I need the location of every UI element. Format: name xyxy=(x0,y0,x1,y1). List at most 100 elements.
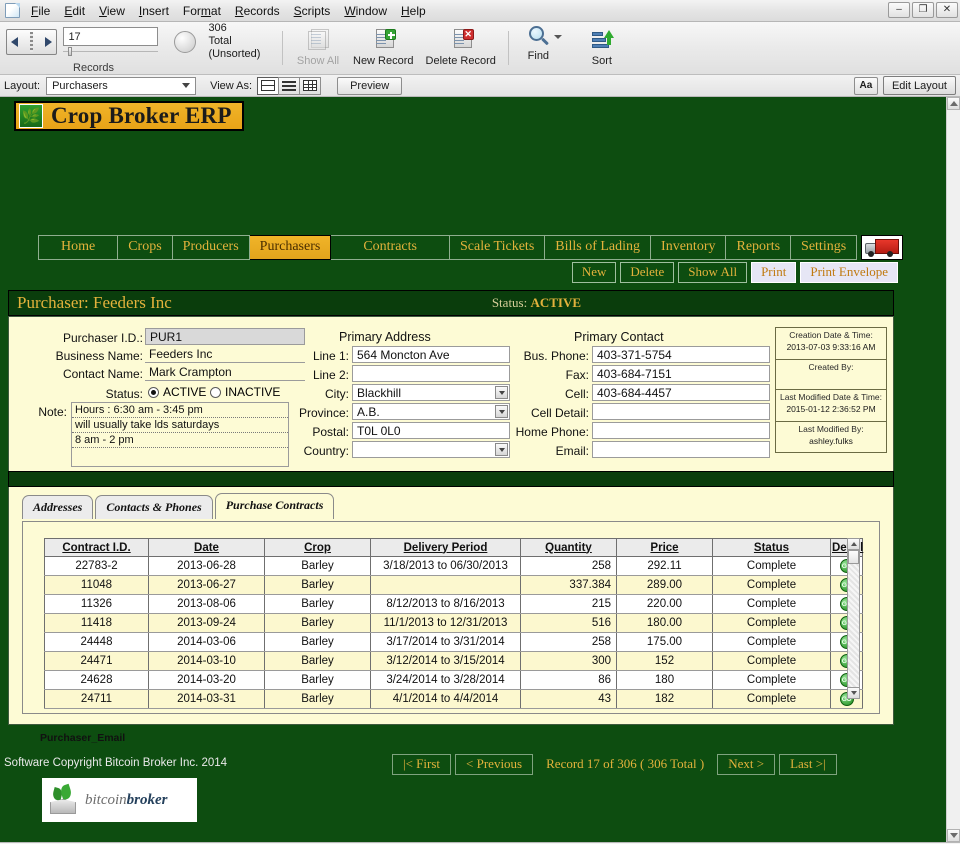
restore-button[interactable]: ❐ xyxy=(912,2,934,18)
nav-tab-producers[interactable]: Producers xyxy=(172,235,250,260)
address-line2-field[interactable] xyxy=(352,365,510,382)
purchaser-id-label: Purchaser I.D.: xyxy=(62,331,143,345)
tab-contacts-phones[interactable]: Contacts & Phones xyxy=(95,495,213,519)
fax-field[interactable]: 403-684-7151 xyxy=(592,365,770,382)
address-line1-field[interactable]: 564 Moncton Ave xyxy=(352,346,510,363)
nav-tab-scale-tickets[interactable]: Scale Tickets xyxy=(449,235,546,260)
record-slider[interactable] xyxy=(63,47,159,56)
toolbar-separator-2 xyxy=(507,31,509,65)
new-button[interactable]: New xyxy=(571,262,617,283)
record-number-input[interactable]: 17 xyxy=(63,27,159,46)
email-field[interactable] xyxy=(592,441,770,458)
city-field[interactable]: Blackhill xyxy=(352,384,510,401)
table-row[interactable]: 24471 2014-03-10 Barley 3/12/2014 to 3/1… xyxy=(44,651,863,671)
show-all-button[interactable]: Show All xyxy=(289,24,347,72)
menu-edit[interactable]: Edit xyxy=(57,2,92,20)
delete-record-button[interactable]: ✕ Delete Record xyxy=(420,24,502,72)
logo-text: bitcoinbroker xyxy=(85,792,168,809)
find-chevron-down-icon[interactable] xyxy=(554,35,563,39)
nav-tab-inventory[interactable]: Inventory xyxy=(651,235,727,260)
record-slider-thumb[interactable] xyxy=(68,47,73,56)
cell-detail-field[interactable] xyxy=(592,403,770,420)
nav-tab-home[interactable]: Home xyxy=(38,235,119,260)
text-format-button[interactable]: Aa xyxy=(853,76,878,95)
next-record-arrow-icon[interactable] xyxy=(45,36,53,47)
scrollbar-thumb[interactable] xyxy=(848,550,859,564)
close-button[interactable]: ✕ xyxy=(936,2,958,18)
nav-tab-purchasers[interactable]: Purchasers xyxy=(249,235,332,260)
cell-contract-id: 22783-2 xyxy=(44,556,149,576)
layout-select[interactable]: Purchasers xyxy=(46,76,197,95)
next-record-button[interactable]: Next > xyxy=(717,754,776,775)
preview-button[interactable]: Preview xyxy=(337,76,403,95)
record-book-control[interactable] xyxy=(6,28,58,55)
col-contract-id[interactable]: Contract I.D. xyxy=(44,538,149,557)
radio-active-icon[interactable] xyxy=(148,386,159,398)
nav-tab-bills-of-lading[interactable]: Bills of Lading xyxy=(545,235,652,260)
previous-record-button[interactable]: < Previous xyxy=(455,754,534,775)
delete-button[interactable]: Delete xyxy=(620,262,675,283)
minimize-button[interactable]: – xyxy=(888,2,910,18)
cell-date: 2014-03-10 xyxy=(148,651,265,671)
menu-window[interactable]: Window xyxy=(337,2,394,20)
home-phone-field[interactable] xyxy=(592,422,770,439)
nav-tab-reports[interactable]: Reports xyxy=(726,235,792,260)
bus-phone-field[interactable]: 403-371-5754 xyxy=(592,346,770,363)
sort-button[interactable]: Sort xyxy=(573,24,631,72)
menu-view[interactable]: View xyxy=(92,2,132,20)
table-row[interactable]: 11326 2013-08-06 Barley 8/12/2013 to 8/1… xyxy=(44,594,863,614)
content-scroll-up-icon[interactable] xyxy=(947,97,960,110)
col-quantity[interactable]: Quantity xyxy=(520,538,617,557)
view-as-list-button[interactable] xyxy=(278,76,301,95)
menu-file[interactable]: File xyxy=(24,2,57,20)
content-vertical-scrollbar[interactable] xyxy=(946,97,960,842)
status-radio-active[interactable]: ACTIVE xyxy=(148,385,206,399)
last-record-button[interactable]: Last >| xyxy=(779,754,837,775)
nav-tab-crops[interactable]: Crops xyxy=(118,235,173,260)
col-delivery-period[interactable]: Delivery Period xyxy=(370,538,521,557)
menu-records[interactable]: Records xyxy=(228,2,287,20)
table-row[interactable]: 11418 2013-09-24 Barley 11/1/2013 to 12/… xyxy=(44,613,863,633)
previous-record-arrow-icon[interactable] xyxy=(11,36,18,47)
scroll-down-arrow-icon[interactable] xyxy=(848,687,859,698)
nav-tab-settings[interactable]: Settings xyxy=(791,235,858,260)
radio-inactive-icon[interactable] xyxy=(210,386,221,398)
tab-purchase-contracts[interactable]: Purchase Contracts xyxy=(214,493,335,519)
cell-field[interactable]: 403-684-4457 xyxy=(592,384,770,401)
table-row[interactable]: 22783-2 2013-06-28 Barley 3/18/2013 to 0… xyxy=(44,556,863,576)
menu-format[interactable]: Format xyxy=(176,2,228,20)
main-toolbar: 17 306 Total (Unsorted) Records Show All… xyxy=(0,22,960,75)
edit-layout-button[interactable]: Edit Layout xyxy=(882,76,956,95)
contracts-table-scrollbar[interactable] xyxy=(847,538,860,699)
note-field[interactable]: Hours : 6:30 am - 3:45 pm will usually t… xyxy=(71,402,289,467)
nav-tab-contracts[interactable]: Contracts xyxy=(331,235,450,260)
province-field[interactable]: A.B. xyxy=(352,403,510,420)
postal-field[interactable]: T0L 0L0 xyxy=(352,422,510,439)
truck-shortcut-button[interactable] xyxy=(861,235,904,260)
table-row[interactable]: 24711 2014-03-31 Barley 4/1/2014 to 4/4/… xyxy=(44,689,863,709)
scroll-up-arrow-icon[interactable] xyxy=(848,539,859,550)
new-record-button[interactable]: New Record xyxy=(347,24,420,72)
view-as-form-button[interactable] xyxy=(257,76,280,95)
table-row[interactable]: 11048 2013-06-27 Barley 337.384 289.00 C… xyxy=(44,575,863,595)
table-row[interactable]: 24448 2014-03-06 Barley 3/17/2014 to 3/3… xyxy=(44,632,863,652)
first-record-button[interactable]: |< First xyxy=(392,754,452,775)
find-button[interactable]: Find xyxy=(515,24,573,72)
print-envelope-button[interactable]: Print Envelope xyxy=(800,262,898,283)
col-date[interactable]: Date xyxy=(148,538,265,557)
col-status[interactable]: Status xyxy=(712,538,831,557)
cell-contract-id: 11418 xyxy=(44,613,149,633)
print-button[interactable]: Print xyxy=(751,262,797,283)
view-as-table-button[interactable] xyxy=(299,76,322,95)
tab-addresses[interactable]: Addresses xyxy=(22,495,94,519)
country-field[interactable] xyxy=(352,441,510,458)
menu-insert[interactable]: Insert xyxy=(132,2,176,20)
content-scroll-down-icon[interactable] xyxy=(947,829,960,842)
col-price[interactable]: Price xyxy=(616,538,713,557)
cell-price: 180.00 xyxy=(616,613,713,633)
table-row[interactable]: 24628 2014-03-20 Barley 3/24/2014 to 3/2… xyxy=(44,670,863,690)
menu-scripts[interactable]: Scripts xyxy=(287,2,338,20)
menu-help[interactable]: Help xyxy=(394,2,433,20)
col-crop[interactable]: Crop xyxy=(264,538,371,557)
show-all-records-button[interactable]: Show All xyxy=(678,262,748,283)
